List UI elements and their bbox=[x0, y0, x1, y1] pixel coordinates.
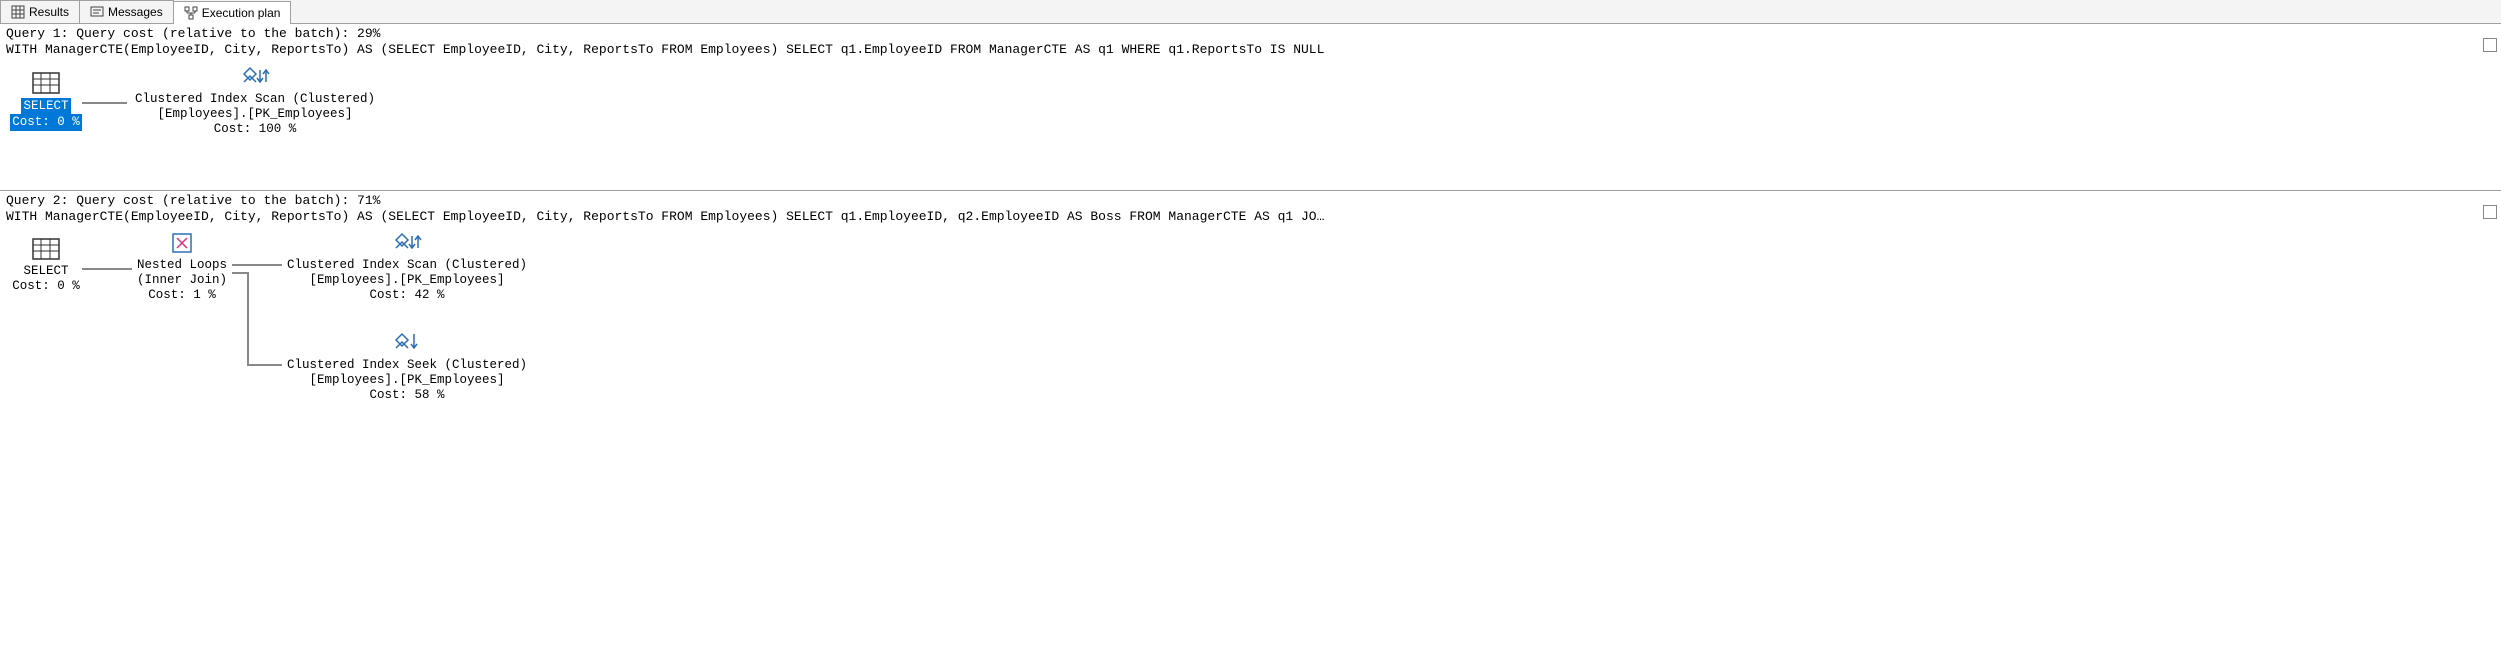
select-icon bbox=[30, 236, 62, 262]
query-cost-line: Query 2: Query cost (relative to the bat… bbox=[6, 193, 2495, 209]
plan-tree[interactable]: SELECT Cost: 0 % Clustered Index Scan (C… bbox=[0, 60, 2501, 190]
plan-icon bbox=[184, 6, 198, 20]
plan-connector bbox=[247, 364, 282, 366]
result-tabs: Results Messages Execution plan bbox=[0, 0, 2501, 24]
node-cost: Cost: 0 % bbox=[10, 279, 82, 294]
plan-connector bbox=[232, 272, 247, 274]
node-cost: Cost: 42 % bbox=[282, 288, 532, 303]
messages-icon bbox=[90, 5, 104, 19]
tab-label: Execution plan bbox=[202, 6, 281, 20]
plan-node-nested-loops[interactable]: Nested Loops (Inner Join) Cost: 1 % bbox=[132, 230, 232, 303]
node-cost: Cost: 1 % bbox=[132, 288, 232, 303]
tab-execution-plan[interactable]: Execution plan bbox=[173, 1, 292, 24]
plan-connector bbox=[232, 264, 282, 266]
select-icon bbox=[30, 70, 62, 96]
node-line2: [Employees].[PK_Employees] bbox=[282, 273, 532, 288]
execution-plan-area: Query 1: Query cost (relative to the bat… bbox=[0, 24, 2501, 446]
query-block-2: Query 2: Query cost (relative to the bat… bbox=[0, 190, 2501, 447]
node-label: SELECT bbox=[21, 98, 70, 115]
node-line1: Clustered Index Scan (Clustered) bbox=[282, 258, 532, 273]
node-cost: Cost: 58 % bbox=[282, 388, 532, 403]
tab-results[interactable]: Results bbox=[0, 0, 80, 23]
node-line2: (Inner Join) bbox=[132, 273, 232, 288]
nested-loops-icon bbox=[169, 230, 195, 256]
clustered-seek-icon bbox=[392, 330, 422, 356]
missing-index-icon[interactable] bbox=[2483, 205, 2497, 219]
node-line2: [Employees].[PK_Employees] bbox=[130, 107, 380, 122]
node-line1: Nested Loops bbox=[132, 258, 232, 273]
node-line1: Clustered Index Seek (Clustered) bbox=[282, 358, 532, 373]
query-header[interactable]: Query 1: Query cost (relative to the bat… bbox=[0, 24, 2501, 60]
plan-node-select[interactable]: SELECT Cost: 0 % bbox=[10, 236, 82, 294]
plan-tree[interactable]: SELECT Cost: 0 % Nested Loops (Inner Joi… bbox=[0, 226, 2501, 446]
query-block-1: Query 1: Query cost (relative to the bat… bbox=[0, 24, 2501, 190]
grid-icon bbox=[11, 5, 25, 19]
query-header[interactable]: Query 2: Query cost (relative to the bat… bbox=[0, 191, 2501, 227]
node-line1: Clustered Index Scan (Clustered) bbox=[130, 92, 380, 107]
plan-node-scan[interactable]: Clustered Index Scan (Clustered) [Employ… bbox=[282, 230, 532, 303]
query-sql-line: WITH ManagerCTE(EmployeeID, City, Report… bbox=[6, 209, 2495, 225]
missing-index-icon[interactable] bbox=[2483, 38, 2497, 52]
plan-connector bbox=[82, 102, 127, 104]
tab-label: Results bbox=[29, 5, 69, 19]
plan-connector bbox=[82, 268, 132, 270]
plan-node-seek[interactable]: Clustered Index Seek (Clustered) [Employ… bbox=[282, 330, 532, 403]
clustered-scan-icon bbox=[240, 64, 270, 90]
node-cost: Cost: 100 % bbox=[130, 122, 380, 137]
plan-node-scan[interactable]: Clustered Index Scan (Clustered) [Employ… bbox=[130, 64, 380, 137]
query-sql-line: WITH ManagerCTE(EmployeeID, City, Report… bbox=[6, 42, 2495, 58]
clustered-scan-icon bbox=[392, 230, 422, 256]
node-line2: [Employees].[PK_Employees] bbox=[282, 373, 532, 388]
plan-node-select[interactable]: SELECT Cost: 0 % bbox=[10, 70, 82, 131]
node-cost: Cost: 0 % bbox=[10, 114, 82, 131]
node-label: SELECT bbox=[10, 264, 82, 279]
tab-label: Messages bbox=[108, 5, 163, 19]
plan-connector bbox=[247, 272, 249, 366]
tab-messages[interactable]: Messages bbox=[79, 0, 174, 23]
query-cost-line: Query 1: Query cost (relative to the bat… bbox=[6, 26, 2495, 42]
